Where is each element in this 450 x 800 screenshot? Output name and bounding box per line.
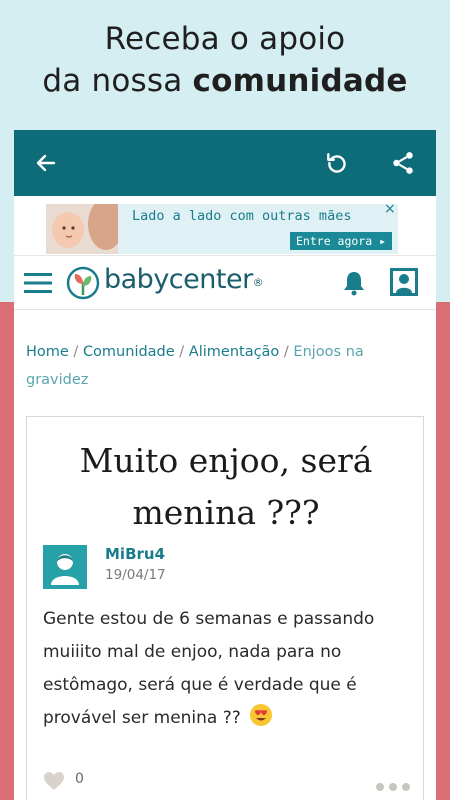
logo-wordmark: babycenter (104, 264, 253, 295)
promo-headline-line2: da nossa comunidade (0, 60, 450, 102)
logo-registered-mark: ® (252, 276, 264, 289)
avatar[interactable] (43, 545, 87, 589)
breadcrumb-home[interactable]: Home (26, 344, 69, 360)
breadcrumb-separator: / (68, 344, 83, 360)
breadcrumb-separator: / (174, 344, 189, 360)
ad-baby-image (46, 204, 118, 254)
promo-headline-prefix: da nossa (42, 63, 193, 99)
like-heart-icon[interactable] (43, 771, 65, 791)
app-bar (14, 130, 436, 196)
menu-icon[interactable] (24, 272, 52, 294)
ad-banner[interactable]: Lado a lado com outras mães Entre agora … (14, 196, 436, 256)
post-author[interactable]: MiBru4 (105, 545, 165, 563)
post-body-text: Gente estou de 6 semanas e passando muii… (43, 609, 375, 728)
breadcrumb-comunidade[interactable]: Comunidade (83, 344, 175, 360)
heart-eyes-emoji-icon (249, 703, 273, 727)
breadcrumb-separator: / (279, 344, 294, 360)
babycenter-logo-icon[interactable] (66, 266, 100, 300)
phone-screen: Lado a lado com outras mães Entre agora … (14, 130, 436, 800)
post-body: Gente estou de 6 semanas e passando muii… (43, 603, 411, 735)
babycenter-logo-text[interactable]: babycenter® (104, 264, 264, 295)
promo-headline: Receba o apoio da nossa comunidade (0, 18, 450, 102)
post-title: Muito enjoo, será menina ??? (79, 441, 373, 532)
ad-close-icon[interactable]: × (384, 202, 398, 216)
back-arrow-icon[interactable] (30, 147, 62, 179)
post-card: Muito enjoo, será menina ??? MiBru4 19/0… (26, 416, 424, 800)
promo-headline-line1: Receba o apoio (104, 21, 346, 57)
share-icon[interactable] (387, 147, 419, 179)
bell-icon[interactable] (342, 270, 366, 296)
post-date: 19/04/17 (105, 567, 166, 583)
site-navbar: babycenter® (14, 256, 436, 310)
breadcrumb-alimentacao[interactable]: Alimentação (189, 344, 280, 360)
ad-text: Lado a lado com outras mães (132, 208, 352, 224)
ad-cta-button[interactable]: Entre agora ▸ (290, 232, 393, 250)
profile-icon[interactable] (390, 268, 418, 296)
like-count: 0 (75, 771, 84, 787)
more-options-icon[interactable] (375, 777, 411, 791)
refresh-icon[interactable] (321, 147, 353, 179)
promo-headline-bold: comunidade (192, 63, 408, 99)
breadcrumb: Home / Comunidade / Alimentação / Enjoos… (26, 338, 426, 394)
